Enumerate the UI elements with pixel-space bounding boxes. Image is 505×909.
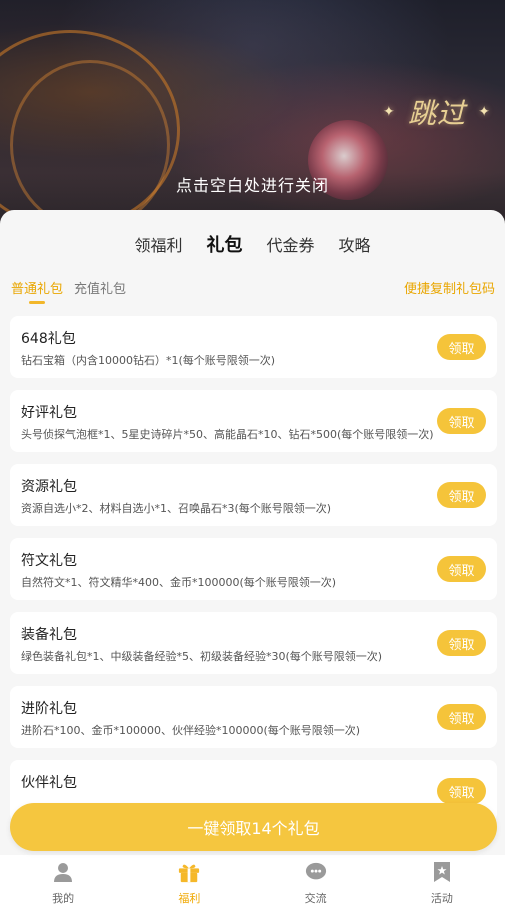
nav-label: 福利 <box>178 892 201 905</box>
bottom-nav: 我的 福利 交流 活动 <box>0 855 505 909</box>
gift-title: 好评礼包 <box>21 405 77 421</box>
subtab-normal-gifts[interactable]: 普通礼包 <box>11 278 63 304</box>
nav-label: 我的 <box>52 892 75 905</box>
claim-button[interactable]: 领取 <box>437 482 486 508</box>
gift-card: 648礼包 钻石宝箱（内含10000钻石）*1(每个账号限领一次) 领取 <box>10 316 497 378</box>
claim-button[interactable]: 领取 <box>437 334 486 360</box>
tab-guides[interactable]: 攻略 <box>327 232 383 260</box>
sparkle-icon: ✦ <box>478 104 491 120</box>
claim-button[interactable]: 领取 <box>437 630 486 656</box>
gift-title: 进阶礼包 <box>21 701 77 717</box>
claim-button[interactable]: 领取 <box>437 704 486 730</box>
sparkle-icon: ✦ <box>383 104 396 120</box>
claim-all-button[interactable]: 一键领取14个礼包 <box>10 803 497 851</box>
gift-desc: 自然符文*1、符文精华*400、金币*100000(每个账号限领一次) <box>21 576 337 589</box>
gift-desc: 进阶石*100、金币*100000、伙伴经验*100000(每个账号限领一次) <box>21 724 361 737</box>
gift-title: 648礼包 <box>21 331 76 347</box>
gift-list: 648礼包 钻石宝箱（内含10000钻石）*1(每个账号限领一次) 领取 好评礼… <box>10 316 497 834</box>
gift-desc: 头号侦探气泡框*1、5星史诗碎片*50、高能晶石*10、钻石*500(每个账号限… <box>21 428 434 441</box>
nav-item-mine[interactable]: 我的 <box>0 855 126 909</box>
claim-button[interactable]: 领取 <box>437 556 486 582</box>
gift-title: 符文礼包 <box>21 553 77 569</box>
art-decoration <box>10 60 170 230</box>
skip-label: 跳过 <box>407 97 466 130</box>
tab-vouchers[interactable]: 代金券 <box>254 232 326 260</box>
copy-gift-code-link[interactable]: 便捷复制礼包码 <box>404 278 495 297</box>
nav-item-activities[interactable]: 活动 <box>379 855 505 909</box>
gift-icon <box>178 861 200 883</box>
nav-label: 交流 <box>304 892 327 905</box>
main-tabs: 领福利 礼包 代金券 攻略 <box>0 232 505 260</box>
gift-title: 装备礼包 <box>21 627 77 643</box>
chat-icon <box>305 861 327 883</box>
tab-gifts[interactable]: 礼包 <box>194 232 254 260</box>
gift-title: 资源礼包 <box>21 479 77 495</box>
gift-card: 符文礼包 自然符文*1、符文精华*400、金币*100000(每个账号限领一次)… <box>10 538 497 600</box>
gift-card: 装备礼包 绿色装备礼包*1、中级装备经验*5、初级装备经验*30(每个账号限领一… <box>10 612 497 674</box>
tab-welfare[interactable]: 领福利 <box>122 232 194 260</box>
sub-tabs: 普通礼包 充值礼包 便捷复制礼包码 <box>0 274 505 304</box>
bookmark-icon <box>431 861 453 883</box>
user-icon <box>52 861 74 883</box>
nav-label: 活动 <box>430 892 453 905</box>
gift-desc: 钻石宝箱（内含10000钻石）*1(每个账号限领一次) <box>21 354 276 367</box>
nav-item-welfare[interactable]: 福利 <box>126 855 252 909</box>
close-hint: 点击空白处进行关闭 <box>175 176 329 195</box>
gift-title: 伙伴礼包 <box>21 775 77 791</box>
game-artwork-backdrop[interactable]: ✦ 跳过 ✦ 点击空白处进行关闭 <box>0 0 505 230</box>
claim-button[interactable]: 领取 <box>437 778 486 804</box>
gift-card: 好评礼包 头号侦探气泡框*1、5星史诗碎片*50、高能晶石*10、钻石*500(… <box>10 390 497 452</box>
subtab-recharge-gifts[interactable]: 充值礼包 <box>74 278 126 297</box>
claim-button[interactable]: 领取 <box>437 408 486 434</box>
gift-card: 进阶礼包 进阶石*100、金币*100000、伙伴经验*100000(每个账号限… <box>10 686 497 748</box>
gift-card: 资源礼包 资源自选小*2、材料自选小*1、召唤晶石*3(每个账号限领一次) 领取 <box>10 464 497 526</box>
skip-button[interactable]: ✦ 跳过 ✦ <box>383 92 490 132</box>
nav-item-chat[interactable]: 交流 <box>253 855 379 909</box>
gift-desc: 资源自选小*2、材料自选小*1、召唤晶石*3(每个账号限领一次) <box>21 502 332 515</box>
gift-desc: 绿色装备礼包*1、中级装备经验*5、初级装备经验*30(每个账号限领一次) <box>21 650 383 663</box>
